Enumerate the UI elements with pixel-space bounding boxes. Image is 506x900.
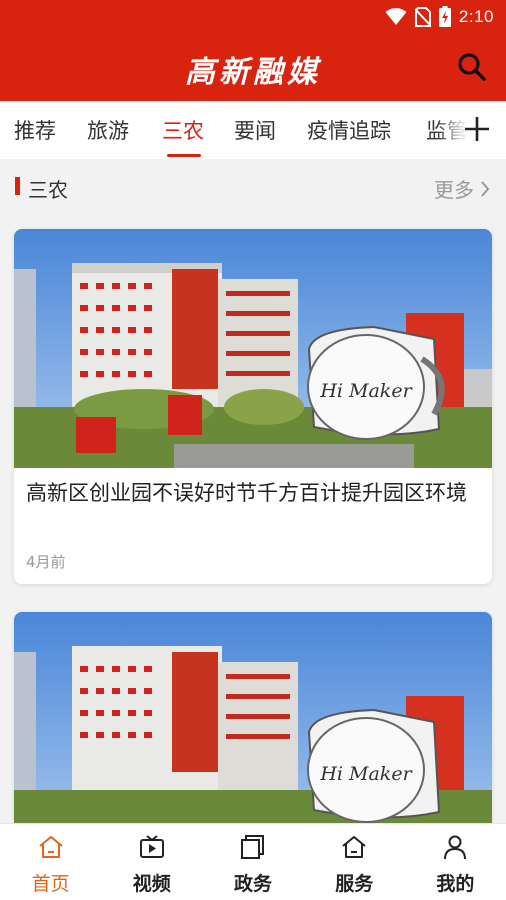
nav-home[interactable]: 首页	[0, 824, 101, 900]
no-sim-icon	[414, 6, 431, 27]
nav-video[interactable]: 视频	[101, 824, 202, 900]
service-home-icon	[342, 836, 366, 858]
section-title: 三农	[28, 178, 68, 202]
status-icons: 2:10	[385, 6, 494, 27]
chevron-right-icon	[481, 180, 490, 197]
nav-label-mine: 我的	[436, 873, 475, 895]
more-link[interactable]: 更多	[434, 174, 490, 203]
status-time: 2:10	[458, 6, 494, 26]
tab-travel[interactable]: 旅游	[87, 115, 129, 145]
nav-mine[interactable]: 我的	[405, 824, 506, 900]
article-title[interactable]: 高新区创业园不误好时节千方百计提升园区环境	[26, 477, 480, 510]
app-title: 高新融媒	[185, 55, 321, 90]
nav-label-service: 服务	[335, 873, 374, 895]
home-icon	[38, 836, 63, 858]
nav-label-home: 首页	[31, 873, 70, 895]
article-card[interactable]: Hi Maker 高新区创业园不误好时节千方百计提升园区环境 4月前	[14, 229, 492, 584]
tab-news[interactable]: 要闻	[234, 115, 276, 145]
article-image: Hi Maker	[14, 229, 492, 468]
tab-recommend[interactable]: 推荐	[14, 115, 56, 145]
documents-icon	[241, 835, 264, 859]
user-icon	[444, 835, 467, 860]
article-image: Hi Maker	[14, 612, 492, 851]
nav-government[interactable]: 政务	[202, 824, 303, 900]
tab-agriculture[interactable]: 三农	[162, 115, 204, 145]
plus-icon[interactable]	[462, 114, 492, 144]
article-time: 4月前	[26, 553, 66, 571]
search-icon[interactable]	[456, 51, 488, 83]
section-marker	[15, 177, 20, 195]
category-tab-bar: 推荐 旅游 三农 要闻 疫情追踪 监管	[0, 101, 506, 159]
app-header: 高新融媒	[0, 33, 506, 101]
section-header: 三农 更多	[0, 159, 506, 215]
tab-epidemic[interactable]: 疫情追踪	[307, 115, 391, 145]
nav-label-video: 视频	[132, 873, 171, 895]
sculpture-sign: Hi Maker	[319, 763, 413, 785]
sculpture-sign: Hi Maker	[319, 380, 413, 402]
nav-label-government: 政务	[234, 873, 273, 895]
status-bar: 2:10	[0, 0, 506, 33]
wifi-icon	[385, 7, 407, 25]
battery-charging-icon	[438, 6, 451, 27]
video-icon	[139, 835, 164, 858]
nav-service[interactable]: 服务	[304, 824, 405, 900]
active-tab-indicator	[167, 154, 201, 157]
more-label: 更多	[434, 178, 474, 202]
bottom-nav: 首页 视频 政务 服务 我的	[0, 823, 506, 900]
